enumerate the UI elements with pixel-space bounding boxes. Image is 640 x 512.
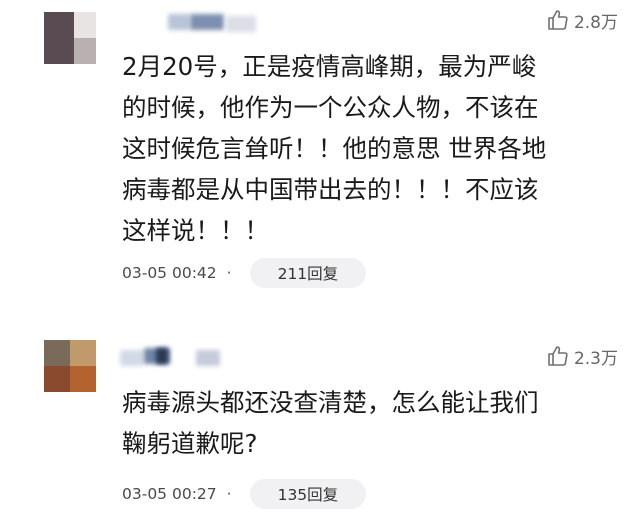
comment-line: 这样说！！！: [122, 216, 269, 245]
like-count: 2.8万: [573, 12, 618, 33]
like-button[interactable]: 2.8万: [546, 8, 618, 33]
comment-meta: 03-05 00:42 · 211回复: [122, 256, 367, 290]
timestamp: 03-05 00:42: [122, 264, 217, 282]
reply-button[interactable]: 135回复: [249, 479, 367, 509]
comment-line: 的时候，他作为一个公众人物，不该在: [122, 93, 539, 122]
timestamp: 03-05 00:27: [122, 485, 217, 503]
like-count: 2.3万: [573, 348, 618, 369]
comment-meta: 03-05 00:27 · 135回复: [122, 477, 367, 511]
thumbs-up-icon: [548, 346, 568, 366]
comment-line: 2月20号，正是疫情高峰期，最为严峻: [122, 52, 537, 81]
comment-item: 2.3万 病毒源头都还没查清楚，怎么能让我们 鞠躬道歉呢? 03-05 00:2…: [0, 330, 640, 512]
avatar[interactable]: [44, 12, 96, 64]
comment-line: 这时候危言耸听！！他的意思 世界各地: [122, 134, 547, 163]
comment-text: 2月20号，正是疫情高峰期，最为严峻 的时候，他作为一个公众人物，不该在 这时候…: [122, 46, 618, 251]
thumbs-up-icon: [548, 10, 568, 30]
comment-line: 病毒都是从中国带出去的！！！不应该: [122, 175, 539, 204]
comment-line: 病毒源头都还没查清楚，怎么能让我们: [122, 388, 539, 417]
reply-button[interactable]: 211回复: [249, 258, 367, 288]
comment-line: 鞠躬道歉呢?: [122, 429, 258, 458]
comment-item: 2.8万 2月20号，正是疫情高峰期，最为严峻 的时候，他作为一个公众人物，不该…: [0, 0, 640, 310]
separator-dot: ·: [226, 264, 232, 282]
comment-text: 病毒源头都还没查清楚，怎么能让我们 鞠躬道歉呢?: [122, 382, 618, 464]
avatar[interactable]: [44, 340, 96, 392]
like-button[interactable]: 2.3万: [546, 344, 618, 369]
separator-dot: ·: [226, 485, 232, 503]
